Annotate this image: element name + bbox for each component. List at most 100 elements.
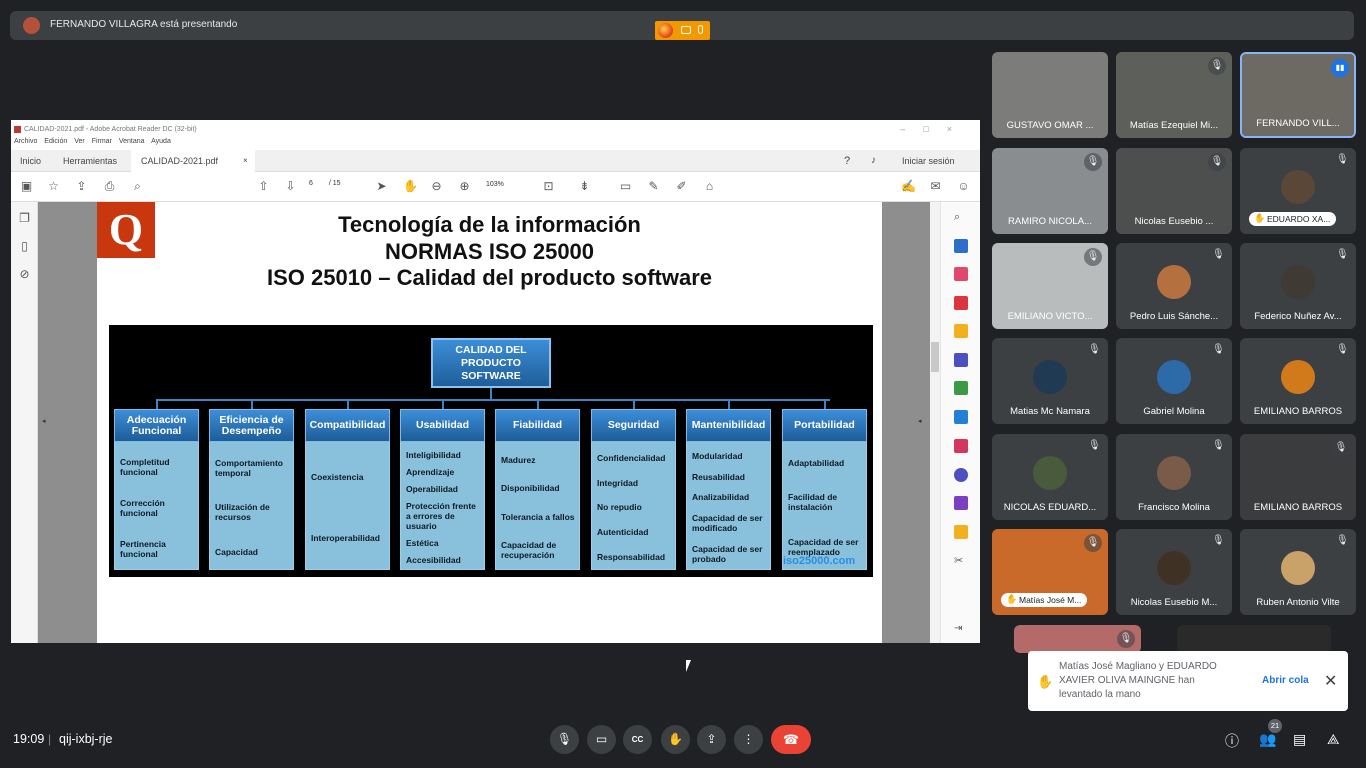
raise-hand-button[interactable]: ✋ xyxy=(661,725,690,754)
participant-tile[interactable]: 🎙 Gabriel Molina xyxy=(1116,338,1232,424)
organize-pages-icon[interactable] xyxy=(954,381,968,395)
present-button[interactable]: ⇪ xyxy=(697,725,726,754)
edit-pdf-icon[interactable] xyxy=(954,296,968,310)
participant-tile[interactable]: 🎙 EMILIANO BARROS xyxy=(1240,338,1356,424)
menu-ayuda[interactable]: Ayuda xyxy=(151,138,171,145)
collapse-right-icon[interactable]: ◂ xyxy=(918,417,922,425)
email-icon[interactable]: ✉ xyxy=(929,180,942,193)
highlight-pen-icon[interactable]: ✎ xyxy=(647,180,660,193)
logo: Q xyxy=(97,202,155,258)
participant-tile[interactable] xyxy=(1177,625,1331,653)
captions-button[interactable]: CC xyxy=(623,725,652,754)
select-cursor-icon[interactable]: ➤ xyxy=(375,180,388,193)
share-user-icon[interactable]: ☺ xyxy=(957,180,970,193)
participant-tile[interactable]: 🎙 ✋ Matías José M... xyxy=(992,529,1108,615)
stamp-icon[interactable]: ⌂ xyxy=(703,180,716,193)
connector-vertical xyxy=(633,400,635,409)
collapse-left-icon[interactable]: ◂ xyxy=(42,417,46,425)
bookmark-star-icon[interactable]: ☆ xyxy=(47,180,60,193)
category-header: Eficiencia de Desempeño xyxy=(209,409,294,442)
microphone-button[interactable]: 🎙 xyxy=(550,725,579,754)
sign-in-link[interactable]: Iniciar sesión xyxy=(902,156,955,166)
more-tools-icon[interactable]: ✂ xyxy=(954,554,968,568)
save-icon[interactable]: ▣ xyxy=(20,180,33,193)
bookmarks-icon[interactable]: ▯ xyxy=(18,240,31,253)
search-icon[interactable]: ⌕ xyxy=(131,180,144,193)
menu-firmar[interactable]: Firmar xyxy=(92,138,112,145)
page-current[interactable]: 6 xyxy=(309,180,313,187)
zoom-in-icon[interactable]: ⊕ xyxy=(458,180,471,193)
close-tab-icon[interactable]: × xyxy=(243,156,248,165)
page-down-icon[interactable]: ⇩ xyxy=(284,180,297,193)
send-sign-icon[interactable] xyxy=(954,496,968,510)
menu-ver[interactable]: Ver xyxy=(74,138,85,145)
camera-button[interactable]: ▭ xyxy=(587,725,616,754)
participant-tile[interactable]: 🎙 RAMIRO NICOLA... xyxy=(992,148,1108,234)
participant-tile[interactable]: ▮▮ FERNANDO VILL... xyxy=(1240,52,1356,138)
participant-tile[interactable]: 🎙 Nicolas Eusebio M... xyxy=(1116,529,1232,615)
people-icon[interactable]: 👥 xyxy=(1259,731,1276,748)
page-indicator[interactable]: 6 / 15 xyxy=(309,180,352,194)
window-controls[interactable]: –□× xyxy=(900,124,970,134)
leave-call-button[interactable]: ☎ xyxy=(771,725,811,754)
tab-inicio[interactable]: Inicio xyxy=(20,156,41,166)
zoom-out-icon[interactable]: ⊖ xyxy=(430,180,443,193)
fit-page-icon[interactable]: ⊡ xyxy=(542,180,555,193)
tab-herramientas[interactable]: Herramientas xyxy=(63,156,117,166)
tab-document[interactable]: CALIDAD-2021.pdf × xyxy=(131,150,255,172)
participant-tile[interactable]: 🎙 Nicolas Eusebio ... xyxy=(1116,148,1232,234)
bell-icon[interactable]: ♪ xyxy=(871,155,876,166)
activities-icon[interactable]: ⟁ xyxy=(1327,731,1340,748)
page-up-icon[interactable]: ⇧ xyxy=(257,180,270,193)
participant-tile[interactable]: 🎙 ✋ EDUARDO XA... xyxy=(1240,148,1356,234)
participant-tile[interactable]: 🎙 Federico Nuñez Av... xyxy=(1240,243,1356,329)
participant-tile[interactable]: 🎙 Francisco Molina xyxy=(1116,434,1232,520)
expand-panel-icon[interactable]: ⇥ xyxy=(954,622,968,636)
protect-icon[interactable] xyxy=(954,468,968,482)
participant-tile[interactable]: 🎙 Ruben Antonio Vilte xyxy=(1240,529,1356,615)
scrollbar[interactable] xyxy=(930,202,940,643)
export-pdf-icon[interactable] xyxy=(954,239,968,253)
mic-off-icon: 🎙 xyxy=(1208,57,1226,75)
comment-icon[interactable]: ▭ xyxy=(619,180,632,193)
open-queue-link[interactable]: Abrir cola xyxy=(1262,675,1309,686)
close-icon[interactable]: ✕ xyxy=(1324,671,1337,691)
menu-ventana[interactable]: Ventana xyxy=(119,138,145,145)
chat-icon[interactable]: ▤ xyxy=(1293,731,1306,748)
participant-name: Gabriel Molina xyxy=(1143,406,1205,417)
comment-tool-icon[interactable] xyxy=(954,324,968,338)
menu-archivo[interactable]: Archivo xyxy=(14,138,37,145)
scan-icon[interactable] xyxy=(954,525,968,539)
fill-sign-icon[interactable] xyxy=(954,439,968,453)
help-icon[interactable]: ? xyxy=(844,155,850,167)
participant-name: EDUARDO XA... xyxy=(1267,214,1331,224)
meeting-code[interactable]: qij-ixbj-rje xyxy=(59,732,112,746)
info-icon[interactable]: ⓘ xyxy=(1225,731,1239,751)
participant-tile[interactable]: 🎙 Matias Mc Namara xyxy=(992,338,1108,424)
menu-edicion[interactable]: Edición xyxy=(44,138,67,145)
hand-tool-icon[interactable]: ✋ xyxy=(403,180,418,193)
participant-tile[interactable]: 🎙 EMILIANO VICTO... xyxy=(992,243,1108,329)
category-header: Adecuación Funcional xyxy=(114,409,199,442)
zoom-level[interactable]: 103% xyxy=(486,181,504,188)
more-options-button[interactable]: ⋮ xyxy=(734,725,763,754)
pages-thumbnail-icon[interactable]: ❐ xyxy=(18,212,31,225)
create-pdf-icon[interactable] xyxy=(954,267,968,281)
compress-icon[interactable] xyxy=(954,410,968,424)
participant-tile[interactable]: 🎙 NICOLAS EDUARD... xyxy=(992,434,1108,520)
upload-icon[interactable]: ⇪ xyxy=(75,180,88,193)
print-icon[interactable]: ⎙ xyxy=(103,180,116,193)
sharing-indicator[interactable] xyxy=(655,21,710,40)
combine-files-icon[interactable] xyxy=(954,353,968,367)
participant-tile[interactable]: 🎙 xyxy=(1014,625,1141,653)
participant-tile[interactable]: 🎙 Pedro Luis Sánche... xyxy=(1116,243,1232,329)
scroll-mode-icon[interactable]: ⇟ xyxy=(578,180,591,193)
participant-tile[interactable]: GUSTAVO OMAR ... xyxy=(992,52,1108,138)
search-icon[interactable]: ⌕ xyxy=(954,210,968,224)
draw-icon[interactable]: ✐ xyxy=(675,180,688,193)
scrollbar-thumb[interactable] xyxy=(931,342,939,372)
attachment-icon[interactable]: ⊘ xyxy=(18,268,31,281)
sign-icon[interactable]: ✍ xyxy=(901,180,916,193)
participant-tile[interactable]: 🎙 EMILIANO BARROS xyxy=(1240,434,1356,520)
participant-tile[interactable]: 🎙 Matías Ezequiel Mi... xyxy=(1116,52,1232,138)
